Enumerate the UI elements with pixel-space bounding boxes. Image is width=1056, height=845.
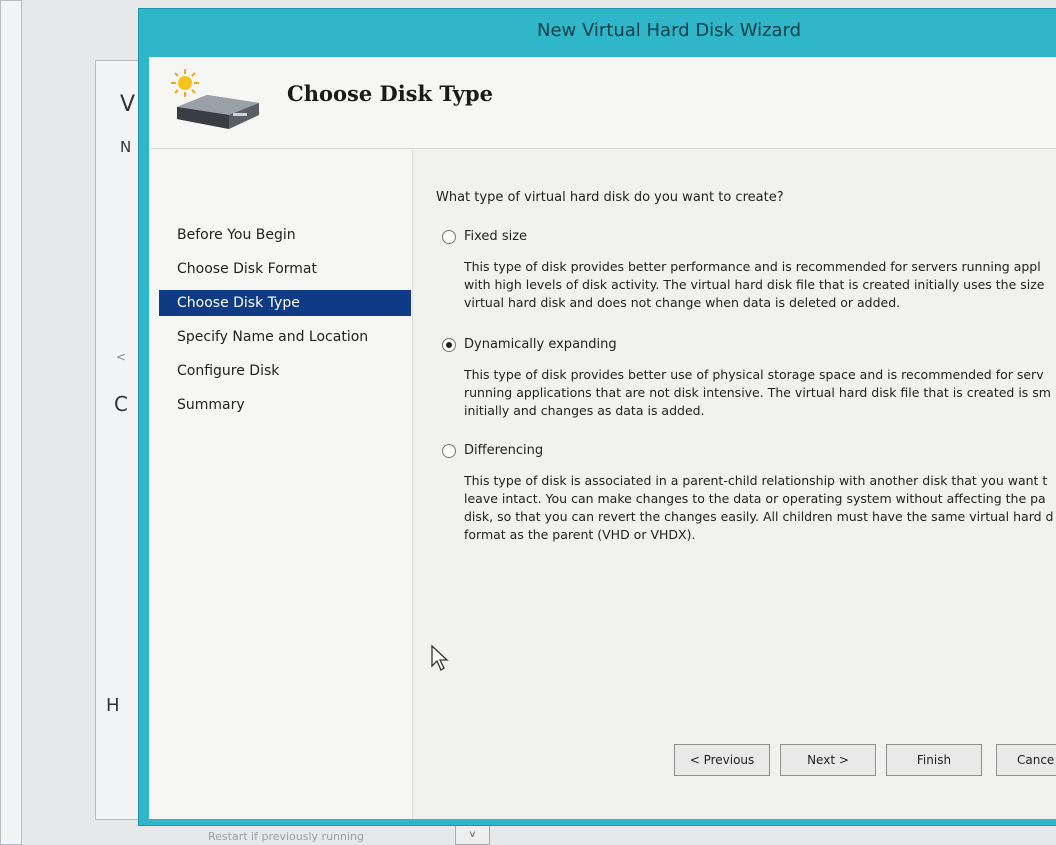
dynamically-expanding-description-line-2: running applications that are not disk i… xyxy=(464,385,1051,400)
background-dropdown[interactable]: v xyxy=(455,824,490,845)
background-heading-h: H xyxy=(106,695,120,716)
previous-button[interactable]: < Previous xyxy=(674,744,770,776)
step-configure-disk[interactable]: Configure Disk xyxy=(159,358,411,384)
background-left-pane xyxy=(0,0,22,845)
differencing-description-line-1: This type of disk is associated in a par… xyxy=(464,473,1048,488)
dynamically-expanding-description-line-1: This type of disk provides better use of… xyxy=(464,367,1044,382)
differencing-description-line-2: leave intact. You can make changes to th… xyxy=(464,491,1046,506)
dynamically-expanding-radio[interactable] xyxy=(442,338,456,352)
background-heading-v: V xyxy=(120,92,136,117)
page-title: Choose Disk Type xyxy=(287,81,493,106)
dynamically-expanding-description-line-3: initially and changes as data is added. xyxy=(464,403,705,418)
differencing-description-line-4: format as the parent (VHD or VHDX). xyxy=(464,527,696,542)
wizard-step-list: Before You Begin Choose Disk Format Choo… xyxy=(149,150,413,819)
background-column-n: N xyxy=(120,138,132,156)
dynamically-expanding-label[interactable]: Dynamically expanding xyxy=(464,337,617,352)
background-scroll-left[interactable]: < xyxy=(116,350,126,364)
wizard-header: Choose Disk Type xyxy=(149,57,1056,149)
step-choose-disk-type[interactable]: Choose Disk Type xyxy=(159,290,411,316)
title-bar[interactable]: New Virtual Hard Disk Wizard xyxy=(139,9,1056,57)
step-summary[interactable]: Summary xyxy=(159,392,411,418)
fixed-size-description-line-3: virtual hard disk and does not change wh… xyxy=(464,295,901,310)
wizard-content: What type of virtual hard disk do you wa… xyxy=(424,150,1056,730)
fixed-size-label[interactable]: Fixed size xyxy=(464,229,527,244)
virtual-hard-disk-wizard-icon xyxy=(171,69,259,129)
window-title: New Virtual Hard Disk Wizard xyxy=(537,20,802,41)
hard-disk-icon xyxy=(177,95,259,129)
sun-sparkle-icon xyxy=(171,69,199,97)
wizard-window: New Virtual Hard Disk Wizard Choose Disk… xyxy=(138,8,1056,826)
background-heading-c: C xyxy=(114,392,128,416)
step-choose-disk-format[interactable]: Choose Disk Format xyxy=(159,256,411,282)
step-before-you-begin[interactable]: Before You Begin xyxy=(159,222,411,248)
wizard-client-area: Choose Disk Type Before You Begin Choose… xyxy=(149,57,1056,819)
fixed-size-radio[interactable] xyxy=(442,230,456,244)
mouse-cursor-icon xyxy=(431,644,449,671)
step-specify-name-and-location[interactable]: Specify Name and Location xyxy=(159,324,411,350)
disk-type-question: What type of virtual hard disk do you wa… xyxy=(436,190,784,205)
fixed-size-description-line-2: with high levels of disk activity. The v… xyxy=(464,277,1045,292)
differencing-label[interactable]: Differencing xyxy=(464,443,543,458)
finish-button[interactable]: Finish xyxy=(886,744,982,776)
background-setting-text: Restart if previously running xyxy=(208,830,364,843)
differencing-radio[interactable] xyxy=(442,444,456,458)
differencing-description-line-3: disk, so that you can revert the changes… xyxy=(464,509,1054,524)
fixed-size-description-line-1: This type of disk provides better perfor… xyxy=(464,259,1041,274)
next-button[interactable]: Next > xyxy=(780,744,876,776)
cancel-button[interactable]: Cance xyxy=(996,744,1056,776)
